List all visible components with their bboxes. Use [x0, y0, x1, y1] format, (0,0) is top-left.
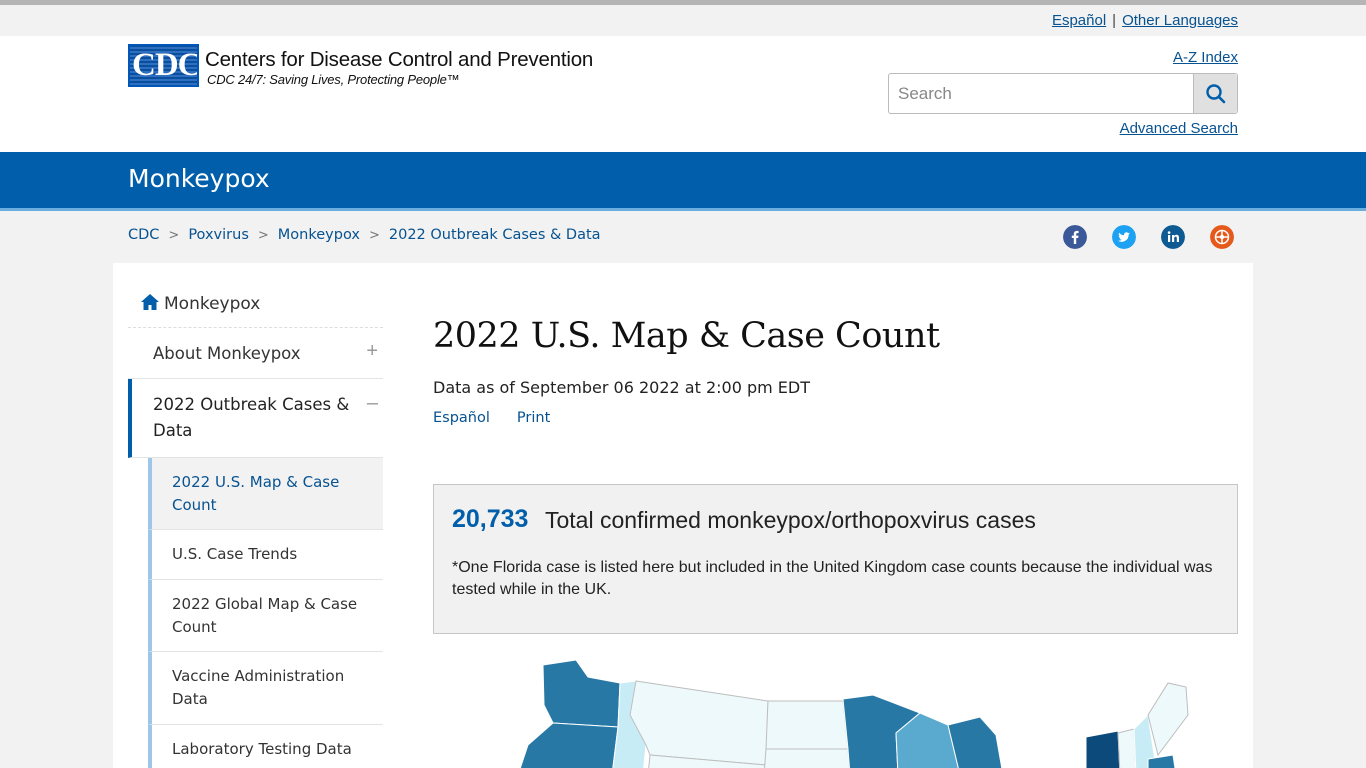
print-link[interactable]: Print	[517, 410, 550, 426]
linkedin-icon[interactable]	[1161, 225, 1185, 249]
search-input[interactable]	[889, 74, 1194, 113]
sidebar-subitem-label: 2022 Global Map & Case Count	[172, 595, 358, 636]
tagline: CDC 24/7: Saving Lives, Protecting Peopl…	[207, 72, 460, 87]
map-state-maine[interactable]	[1147, 682, 1189, 757]
collapse-icon[interactable]: –	[367, 392, 378, 415]
logo-text: CDC	[132, 47, 199, 83]
page-links: Español Print	[433, 410, 577, 426]
breadcrumb-separator: >	[168, 228, 180, 243]
case-count-label: Total confirmed monkeypox/orthopoxvirus …	[545, 507, 1036, 533]
language-separator: |	[1112, 12, 1117, 29]
map-state-vermont[interactable]	[1117, 728, 1137, 768]
total-case-count: 20,733	[452, 505, 529, 533]
az-index-link[interactable]: A-Z Index	[1173, 49, 1238, 66]
sidebar-subitem-label: U.S. Case Trends	[172, 545, 298, 563]
sidebar-subitem-case-trends[interactable]: U.S. Case Trends	[148, 530, 383, 580]
us-case-map[interactable]	[508, 655, 1208, 768]
breadcrumb-monkeypox[interactable]: Monkeypox	[278, 227, 360, 243]
espanol-link[interactable]: Español	[1052, 12, 1106, 29]
breadcrumb-poxvirus[interactable]: Poxvirus	[188, 227, 249, 243]
sidebar-subitem-lab-testing[interactable]: Laboratory Testing Data	[148, 725, 383, 768]
data-as-of: Data as of September 06 2022 at 2:00 pm …	[433, 378, 811, 397]
sidebar-subitem-label: Vaccine Administration Data	[172, 667, 345, 708]
topic-bar: Monkeypox	[0, 152, 1366, 208]
map-state-washington[interactable]	[542, 659, 621, 728]
facebook-icon[interactable]	[1063, 225, 1087, 249]
twitter-icon[interactable]	[1112, 225, 1136, 249]
breadcrumb-outbreak[interactable]: 2022 Outbreak Cases & Data	[389, 227, 601, 243]
breadcrumb-cdc[interactable]: CDC	[128, 227, 159, 243]
breadcrumb-separator: >	[257, 228, 269, 243]
map-state-oregon[interactable]	[518, 722, 619, 768]
search-icon	[1206, 84, 1226, 104]
sidebar-subitem-label: 2022 U.S. Map & Case Count	[172, 473, 340, 514]
breadcrumb-separator: >	[368, 228, 380, 243]
map-state-north-dakota[interactable]	[765, 700, 849, 750]
cdc-logo[interactable]: CDC	[128, 44, 199, 87]
sidebar-item-label: 2022 Outbreak Cases & Data	[153, 395, 350, 440]
sidebar-item-about[interactable]: About Monkeypox +	[128, 328, 383, 379]
site-header: CDC Centers for Disease Control and Prev…	[0, 36, 1366, 152]
sidebar-home[interactable]: Monkeypox	[128, 278, 383, 328]
breadcrumb: CDC > Poxvirus > Monkeypox >2022 Outbreak Cas…	[128, 227, 601, 243]
florida-case-note: *One Florida case is listed here but inc…	[452, 559, 1213, 598]
expand-icon[interactable]: +	[366, 340, 378, 363]
map-state-south-dakota[interactable]	[764, 748, 850, 768]
case-count-callout: 20,733 Total confirmed monkeypox/orthopo…	[433, 484, 1238, 634]
syndicate-icon[interactable]	[1210, 225, 1234, 249]
topic-title[interactable]: Monkeypox	[128, 164, 270, 193]
home-icon	[141, 294, 159, 310]
org-name[interactable]: Centers for Disease Control and Preventi…	[205, 48, 593, 72]
sidebar-subitem-global-map[interactable]: 2022 Global Map & Case Count	[148, 580, 383, 652]
sidebar-subitem-vaccine-data[interactable]: Vaccine Administration Data	[148, 652, 383, 725]
page-title: 2022 U.S. Map & Case Count	[433, 316, 940, 356]
language-links: Español | Other Languages	[1052, 12, 1238, 29]
sidebar-home-label: Monkeypox	[164, 294, 261, 314]
sidebar-subitem-label: Laboratory Testing Data	[172, 740, 352, 758]
search-button[interactable]	[1193, 74, 1237, 113]
sidebar-nav: Monkeypox About Monkeypox + 2022 Outbrea…	[128, 278, 383, 768]
espanol-page-link[interactable]: Español	[433, 410, 490, 426]
map-state-new-york[interactable]	[1085, 730, 1121, 768]
sidebar-subitem-us-map[interactable]: 2022 U.S. Map & Case Count	[148, 458, 383, 530]
language-bar: Español | Other Languages	[0, 5, 1366, 36]
map-state-montana[interactable]	[629, 680, 769, 766]
sidebar-item-label: About Monkeypox	[153, 344, 301, 363]
sidebar-item-outbreak[interactable]: 2022 Outbreak Cases & Data –	[128, 379, 383, 458]
other-languages-link[interactable]: Other Languages	[1122, 12, 1238, 29]
search-box	[888, 73, 1238, 114]
map-state-michigan[interactable]	[947, 716, 1003, 768]
advanced-search-link[interactable]: Advanced Search	[1120, 120, 1238, 137]
content-panel: Monkeypox About Monkeypox + 2022 Outbrea…	[113, 263, 1253, 768]
topic-bar-accent	[0, 208, 1366, 211]
